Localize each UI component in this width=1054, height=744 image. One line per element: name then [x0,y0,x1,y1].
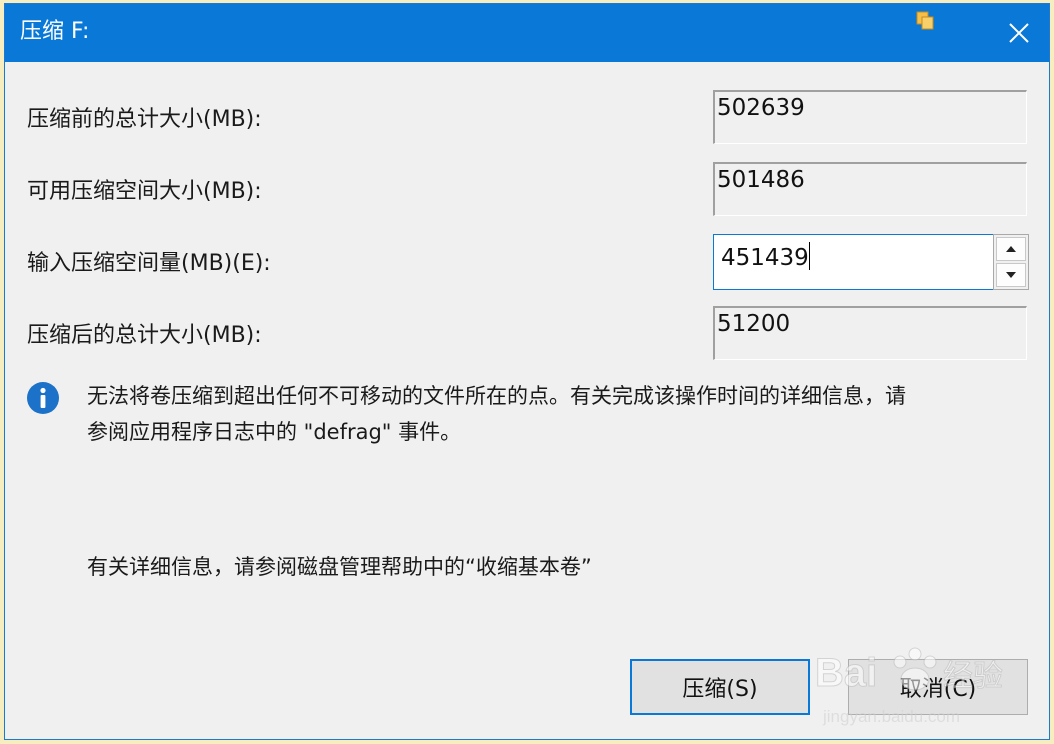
total-after-label: 压缩后的总计大小(MB): [27,323,262,348]
help-message: 有关详细信息，请参阅磁盘管理帮助中的“收缩基本卷” [87,555,592,579]
title-bar: 压缩 F: [5,4,1049,62]
window-title: 压缩 F: [20,19,90,44]
disk-management-icon [916,11,934,30]
total-after-value: 51200 [713,306,1027,360]
shrink-amount-label: 输入压缩空间量(MB)(E): [27,251,271,276]
shrink-amount-value: 451439 [721,245,809,271]
info-message-line2: 参阅应用程序日志中的 "defrag" 事件。 [87,420,462,444]
info-icon [27,382,59,414]
shrink-amount-input[interactable]: 451439 [713,234,993,290]
total-before-label: 压缩前的总计大小(MB): [27,107,262,132]
close-icon [1009,23,1029,43]
total-before-value: 502639 [713,90,1027,144]
chevron-up-icon [1006,246,1016,252]
info-message: 无法将卷压缩到超出任何不可移动的文件所在的点。有关完成该操作时间的详细信息，请 … [87,378,1037,450]
text-caret [808,242,810,270]
spin-buttons [993,234,1029,290]
shrink-amount-stepper[interactable]: 451439 [713,234,1029,290]
cancel-button[interactable]: 取消(C) [848,659,1028,715]
spin-up-button[interactable] [996,237,1026,261]
info-message-line1: 无法将卷压缩到超出任何不可移动的文件所在的点。有关完成该操作时间的详细信息，请 [87,384,906,408]
chevron-down-icon [1006,272,1016,278]
available-label: 可用压缩空间大小(MB): [27,179,262,204]
shrink-button[interactable]: 压缩(S) [630,659,810,715]
spin-down-button[interactable] [996,263,1026,287]
available-value: 501486 [713,162,1027,216]
close-button[interactable] [989,4,1049,62]
shrink-dialog: 压缩 F: 压缩前的总计大小(MB): 502639 可用压缩空间大小(MB):… [4,3,1050,740]
